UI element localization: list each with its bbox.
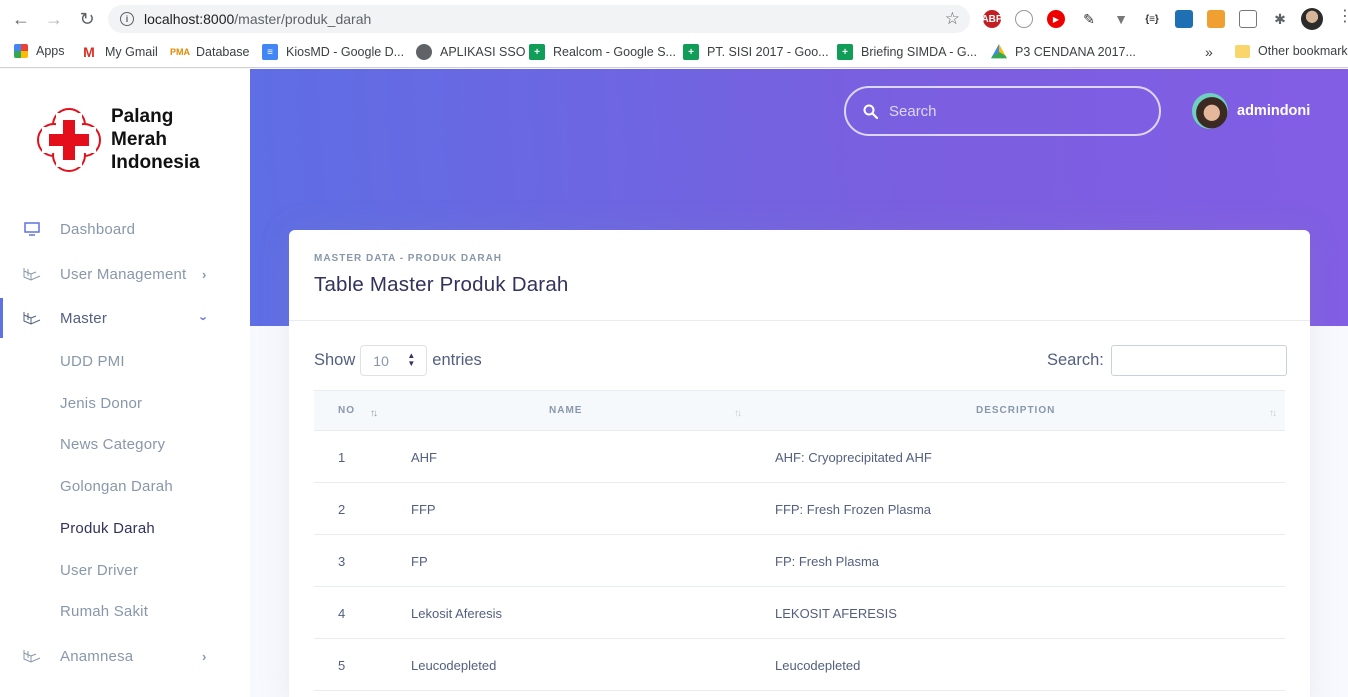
laravel-icon <box>23 265 41 283</box>
select-arrows-icon: ▲ ▼ <box>407 351 416 368</box>
sidebar-item-master[interactable]: Master › <box>0 298 250 338</box>
extensions-puzzle-icon[interactable]: ✱ <box>1271 10 1289 28</box>
card-header: MASTER DATA - PRODUK DARAH Table Master … <box>289 230 1310 321</box>
globe-icon <box>416 44 432 60</box>
search-input[interactable] <box>889 102 1139 120</box>
back-arrow-icon[interactable]: ← <box>10 8 32 30</box>
json-viewer-icon[interactable]: {≡} <box>1143 10 1161 28</box>
gmail-icon: M <box>81 44 97 60</box>
sidebar-subitem-news-category[interactable]: News Category <box>60 436 165 453</box>
sidebar-subitem-produk-darah[interactable]: Produk Darah <box>60 520 155 537</box>
table-row[interactable]: 5 Leucodepleted Leucodepleted <box>314 639 1285 691</box>
table-row[interactable]: 1 AHF AHF: Cryoprecipitated AHF <box>314 431 1285 483</box>
sort-icon[interactable]: ↑↓ <box>734 408 742 419</box>
vue-devtools-icon[interactable]: ▼ <box>1112 10 1130 28</box>
red-cross-logo-icon <box>36 107 102 173</box>
browser-menu-icon[interactable]: ⋮ <box>1337 9 1348 25</box>
entries-select[interactable]: 10 ▲ ▼ <box>360 345 428 376</box>
column-header-name[interactable]: NAME <box>549 405 582 416</box>
entries-length-control: Show 10 ▲ ▼ entries <box>314 345 482 376</box>
bookmark-database[interactable]: PMA Database <box>170 44 250 60</box>
bookmark-kiosmd[interactable]: ≡ KiosMD - Google D... <box>262 44 404 60</box>
bookmarks-bar: Apps M My Gmail PMA Database ≡ KiosMD - … <box>0 38 1348 68</box>
bookmark-pt-sisi[interactable]: + PT. SISI 2017 - Goo... <box>683 44 829 60</box>
sidebar-subitem-rumah-sakit[interactable]: Rumah Sakit <box>60 603 148 620</box>
produk-darah-card: MASTER DATA - PRODUK DARAH Table Master … <box>289 230 1310 697</box>
table-row[interactable]: 4 Lekosit Aferesis LEKOSIT AFERESIS <box>314 587 1285 639</box>
bookmark-briefing-simda[interactable]: + Briefing SIMDA - G... <box>837 44 977 60</box>
laravel-icon <box>23 647 41 665</box>
sidebar-subitem-jenis-donor[interactable]: Jenis Donor <box>60 395 142 412</box>
sidebar-subitem-golongan-darah[interactable]: Golongan Darah <box>60 478 173 495</box>
bookmarks-overflow-button[interactable]: » <box>1205 44 1213 60</box>
globe-extension-icon[interactable] <box>1015 10 1033 28</box>
sidebar-subitem-udd-pmi[interactable]: UDD PMI <box>60 353 125 370</box>
sort-asc-icon[interactable]: ↑↓ <box>370 408 378 419</box>
google-sheets-icon: + <box>529 44 545 60</box>
bookmark-apps[interactable]: Apps <box>14 44 65 58</box>
orange-extension-icon[interactable] <box>1207 10 1225 28</box>
avatar <box>1192 93 1228 129</box>
navbar-search[interactable] <box>844 86 1161 136</box>
info-icon[interactable]: i <box>120 12 134 26</box>
google-sheets-icon: + <box>683 44 699 60</box>
table-filter: Search: <box>1047 345 1287 376</box>
table-row[interactable]: 3 FP FP: Fresh Plasma <box>314 535 1285 587</box>
sidebar-item-anamnesa[interactable]: Anamnesa › <box>0 636 250 676</box>
browser-toolbar: ← → ↻ i localhost:8000/master/produk_dar… <box>0 0 1348 38</box>
bookmark-gmail[interactable]: M My Gmail <box>81 44 158 60</box>
user-menu[interactable]: admindoni <box>1192 93 1310 129</box>
google-sheets-icon: + <box>837 44 853 60</box>
monitor-icon <box>23 220 41 238</box>
search-icon <box>863 104 879 119</box>
other-bookmarks-folder[interactable]: Other bookmarks <box>1235 44 1348 58</box>
apps-grid-icon <box>14 44 28 58</box>
pmi-logo[interactable]: Palang Merah Indonesia <box>36 105 200 174</box>
sidebar-item-dashboard[interactable]: Dashboard <box>0 209 250 249</box>
page-title: Table Master Produk Darah <box>314 273 569 296</box>
chevron-down-icon: › <box>196 315 212 321</box>
eyedropper-icon[interactable]: ✎ <box>1080 10 1098 28</box>
chevron-right-icon: › <box>202 266 207 282</box>
column-header-no[interactable]: NO <box>338 405 355 416</box>
browser-profile-avatar[interactable] <box>1301 8 1323 30</box>
window-extension-icon[interactable] <box>1239 10 1257 28</box>
sidebar: Palang Merah Indonesia Dashboard User Ma… <box>0 69 250 697</box>
adblock-icon[interactable]: ABP <box>981 10 1003 28</box>
address-bar[interactable]: i localhost:8000/master/produk_darah ☆ <box>108 5 970 33</box>
bookmark-star-icon[interactable]: ☆ <box>945 9 960 29</box>
bookmark-realcom[interactable]: + Realcom - Google S... <box>529 44 676 60</box>
table-row[interactable]: 2 FFP FFP: Fresh Frozen Plasma <box>314 483 1285 535</box>
username: admindoni <box>1237 103 1311 119</box>
bookmark-p3-cendana[interactable]: P3 CENDANA 2017... <box>991 44 1136 60</box>
table-header: NO ↑↓ NAME ↑↓ DESCRIPTION ↑↓ <box>314 390 1285 431</box>
folder-icon <box>1235 44 1250 58</box>
bookmark-aplikasi-sso[interactable]: APLIKASI SSO <box>416 44 525 60</box>
forward-arrow-icon[interactable]: → <box>43 8 65 30</box>
card-kicker: MASTER DATA - PRODUK DARAH <box>314 253 503 264</box>
logo-text: Palang Merah Indonesia <box>111 106 200 173</box>
reload-icon[interactable]: ↻ <box>76 8 98 30</box>
sort-icon[interactable]: ↑↓ <box>1269 408 1277 419</box>
sidebar-item-user-management[interactable]: User Management › <box>0 254 250 294</box>
url-text[interactable]: localhost:8000/master/produk_darah <box>144 11 371 27</box>
column-header-description[interactable]: DESCRIPTION <box>976 405 1055 416</box>
chevron-right-icon: › <box>202 648 207 664</box>
google-docs-icon: ≡ <box>262 44 278 60</box>
table-search-input[interactable] <box>1110 345 1287 376</box>
google-drive-icon <box>991 44 1007 59</box>
laravel-icon <box>23 309 41 327</box>
pma-icon: PMA <box>170 44 190 60</box>
youtube-extension-icon[interactable]: ▶ <box>1047 10 1065 28</box>
sidebar-subitem-user-driver[interactable]: User Driver <box>60 562 138 579</box>
cloud-extension-icon[interactable] <box>1175 10 1193 28</box>
